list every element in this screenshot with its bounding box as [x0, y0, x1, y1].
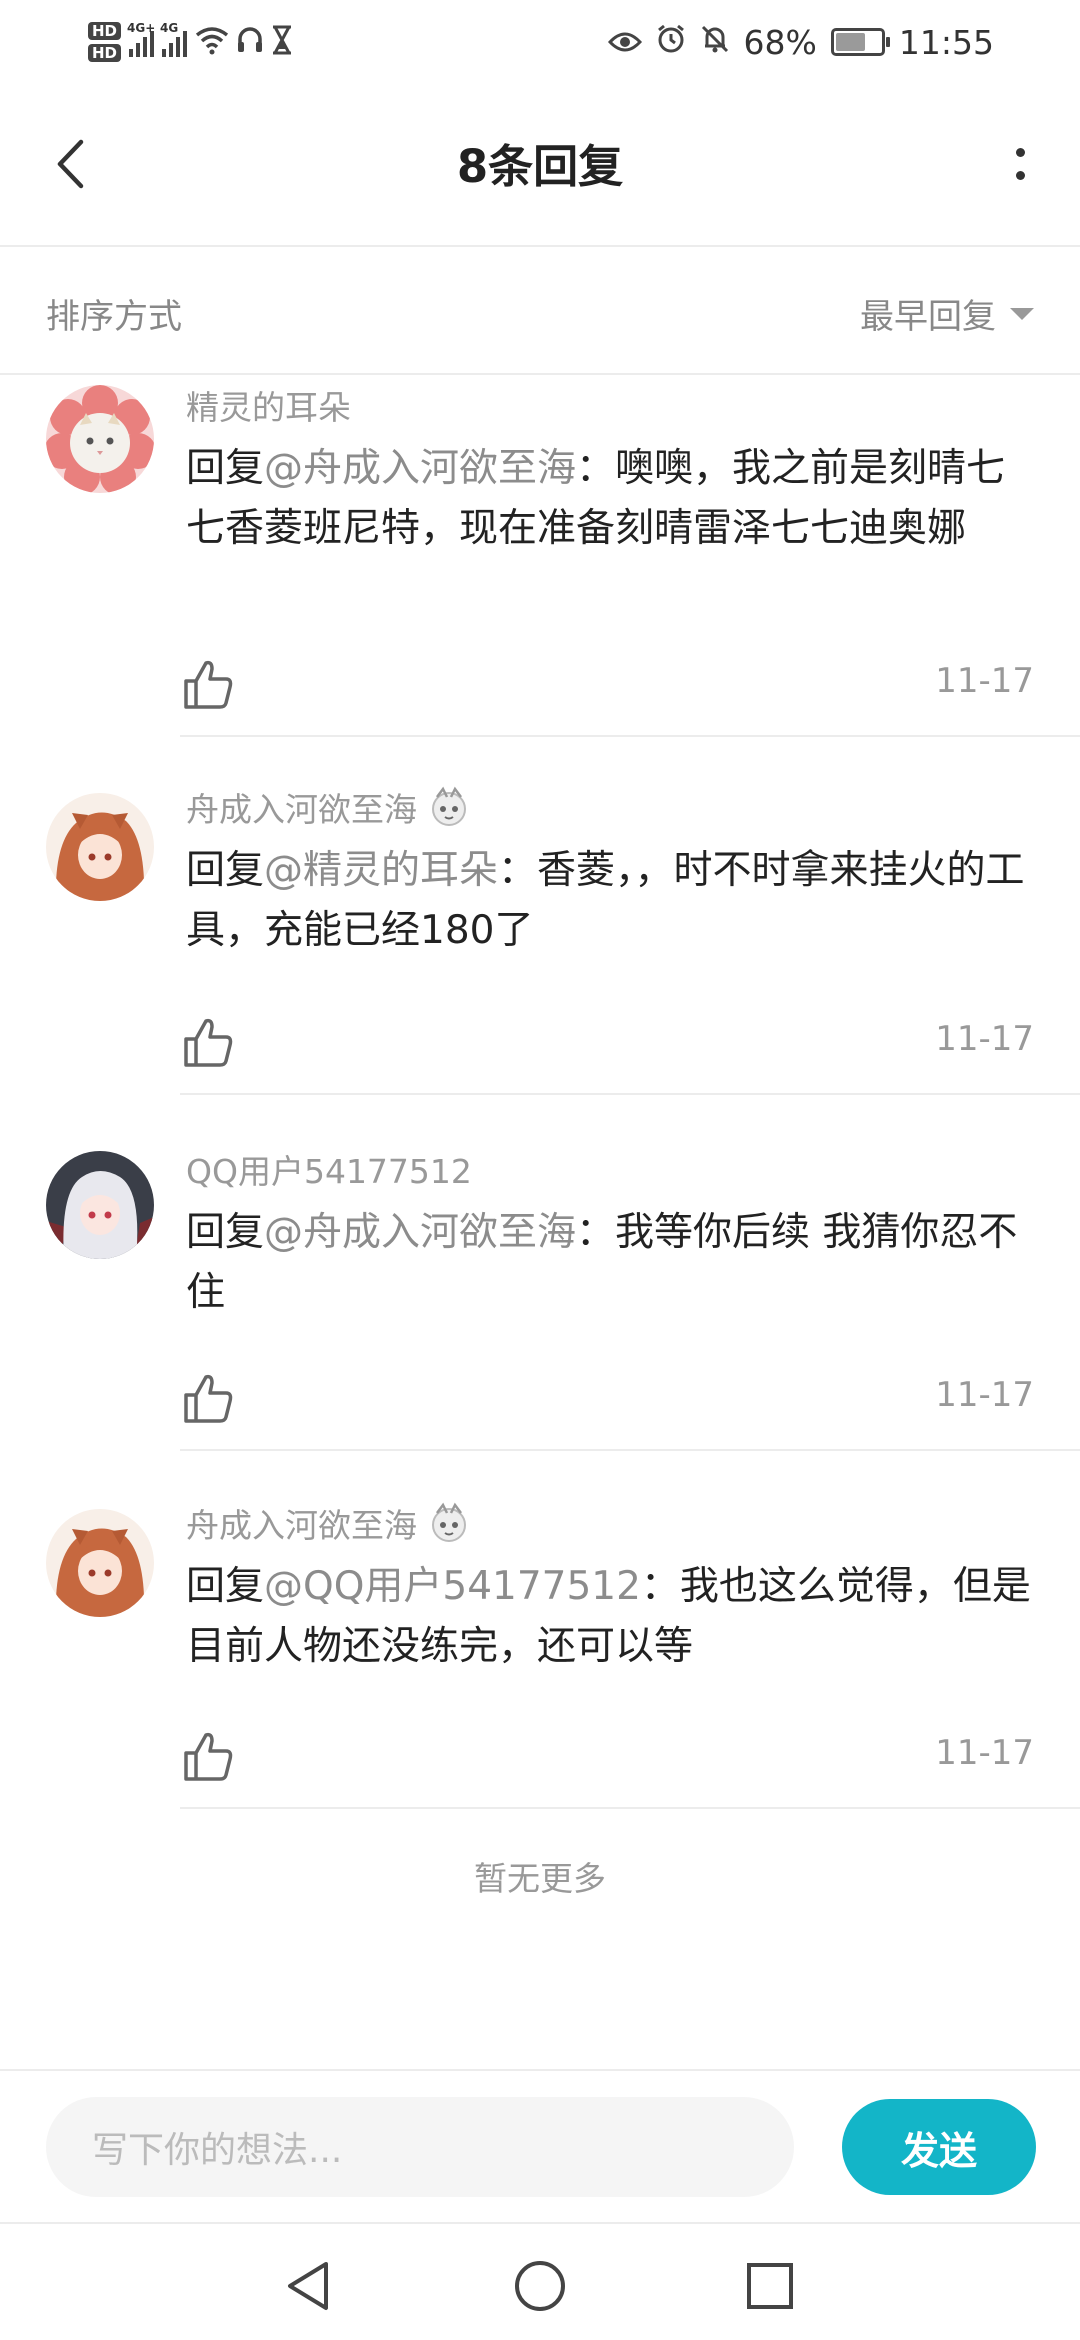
mention-link[interactable]: @QQ用户54177512 — [264, 1564, 641, 1609]
mention-link[interactable]: @舟成入河欲至海 — [264, 446, 576, 491]
alarm-icon — [656, 23, 686, 62]
level-badge-icon — [432, 786, 466, 826]
like-button[interactable] — [180, 1015, 236, 1071]
reply-item: 舟成入河欲至海 回复@QQ用户54177512：我也这么觉得，但是目前人物还没练… — [0, 1451, 1080, 1809]
nav-back-button[interactable] — [268, 2246, 348, 2326]
sort-label: 排序方式 — [46, 297, 182, 337]
username[interactable]: QQ用户54177512 — [186, 1147, 1034, 1191]
triangle-back-icon — [288, 2262, 328, 2310]
caret-down-icon — [1010, 307, 1034, 320]
top-app-bar: 8条回复 — [0, 84, 1080, 247]
signal-icon-sim2: 4G — [160, 21, 188, 57]
battery-percent: 68% — [743, 22, 817, 62]
hourglass-icon — [271, 25, 293, 59]
reply-item: 舟成入河欲至海 回复@精灵的耳朵：香菱，，时不时拿来挂火的工具，充能已经180了… — [0, 737, 1080, 1095]
nav-home-button[interactable] — [500, 2246, 580, 2326]
system-nav-bar — [0, 2222, 1080, 2340]
avatar[interactable] — [46, 385, 154, 493]
reply-body: 舟成入河欲至海 回复@精灵的耳朵：香菱，，时不时拿来挂火的工具，充能已经180了 — [186, 785, 1034, 961]
wifi-icon — [195, 25, 229, 59]
nav-recents-button[interactable] — [730, 2246, 810, 2326]
avatar[interactable] — [46, 1151, 154, 1259]
like-button[interactable] — [180, 1729, 236, 1785]
status-bar-right: 68% 11:55 — [607, 14, 994, 70]
reply-date: 11-17 — [935, 1375, 1034, 1415]
reply-text: 回复@精灵的耳朵：香菱，，时不时拿来挂火的工具，充能已经180了 — [186, 848, 1025, 953]
battery-icon — [830, 28, 890, 56]
reply-date: 11-17 — [935, 661, 1034, 701]
mention-link[interactable]: @精灵的耳朵 — [264, 848, 498, 893]
username[interactable]: 舟成入河欲至海 — [186, 785, 1034, 829]
cat-flower-avatar-icon — [46, 385, 154, 493]
reply-body: 精灵的耳朵 回复@舟成入河欲至海：噢噢，我之前是刻晴七七香菱班尼特，现在准备刻晴… — [186, 383, 1034, 559]
signal-icon-sim1: 4G+ — [127, 21, 155, 57]
reply-date: 11-17 — [935, 1019, 1034, 1059]
status-time: 11:55 — [898, 22, 994, 62]
more-options-button[interactable] — [990, 134, 1050, 194]
square-recents-icon — [747, 2263, 793, 2309]
circle-home-icon — [515, 2261, 565, 2311]
like-button[interactable] — [180, 657, 236, 713]
comment-input[interactable]: 写下你的想法... — [46, 2097, 794, 2197]
username[interactable]: 精灵的耳朵 — [186, 383, 1034, 427]
divider — [180, 1807, 1080, 1809]
level-badge-icon — [432, 1502, 466, 1542]
sort-bar: 排序方式 最早回复 — [0, 249, 1080, 375]
reply-item: QQ用户54177512 回复@舟成入河欲至海：我等你后续 我猜你忍不住 11-… — [0, 1095, 1080, 1451]
reply-item: 精灵的耳朵 回复@舟成入河欲至海：噢噢，我之前是刻晴七七香菱班尼特，现在准备刻晴… — [0, 377, 1080, 737]
anime-girl-avatar-icon — [46, 1509, 154, 1617]
white-hair-avatar-icon — [46, 1151, 154, 1259]
more-vertical-icon — [1015, 148, 1025, 157]
thumbs-up-icon — [184, 1732, 233, 1781]
page-title: 8条回复 — [456, 140, 624, 193]
sort-dropdown[interactable]: 最早回复 — [860, 289, 1034, 338]
like-button[interactable] — [180, 1371, 236, 1427]
status-bar: HD HD 4G+ 4G 68% 11:55 — [0, 0, 1080, 84]
username[interactable]: 舟成入河欲至海 — [186, 1501, 1034, 1545]
no-more-text: 暂无更多 — [474, 1859, 606, 1898]
anime-girl-avatar-icon — [46, 793, 154, 901]
send-button[interactable]: 发送 — [842, 2099, 1036, 2195]
hd-indicators: HD HD — [88, 22, 122, 62]
mention-link[interactable]: @舟成入河欲至海 — [264, 1210, 576, 1255]
hd-badge-2: HD — [88, 44, 122, 62]
reply-body: QQ用户54177512 回复@舟成入河欲至海：我等你后续 我猜你忍不住 — [186, 1147, 1034, 1323]
comment-bar: 写下你的想法... 发送 — [0, 2069, 1080, 2222]
headset-icon — [237, 26, 263, 58]
thumbs-up-icon — [184, 1374, 233, 1423]
status-bar-left: HD HD 4G+ 4G — [88, 12, 293, 72]
avatar[interactable] — [46, 1509, 154, 1617]
sort-selected-value: 最早回复 — [860, 297, 996, 337]
reply-date: 11-17 — [935, 1733, 1034, 1773]
thumbs-up-icon — [184, 1018, 233, 1067]
reply-text: 回复@舟成入河欲至海：我等你后续 我猜你忍不住 — [186, 1210, 1018, 1315]
reply-text: 回复@舟成入河欲至海：噢噢，我之前是刻晴七七香菱班尼特，现在准备刻晴雷泽七七迪奥… — [186, 446, 1006, 551]
reply-body: 舟成入河欲至海 回复@QQ用户54177512：我也这么觉得，但是目前人物还没练… — [186, 1501, 1034, 1677]
eye-icon — [607, 23, 642, 62]
battery-fill — [835, 33, 865, 51]
mute-bell-icon — [700, 23, 730, 62]
hd-badge-1: HD — [88, 22, 122, 40]
thumbs-up-icon — [184, 660, 233, 709]
reply-text: 回复@QQ用户54177512：我也这么觉得，但是目前人物还没练完，还可以等 — [186, 1564, 1031, 1669]
avatar[interactable] — [46, 793, 154, 901]
